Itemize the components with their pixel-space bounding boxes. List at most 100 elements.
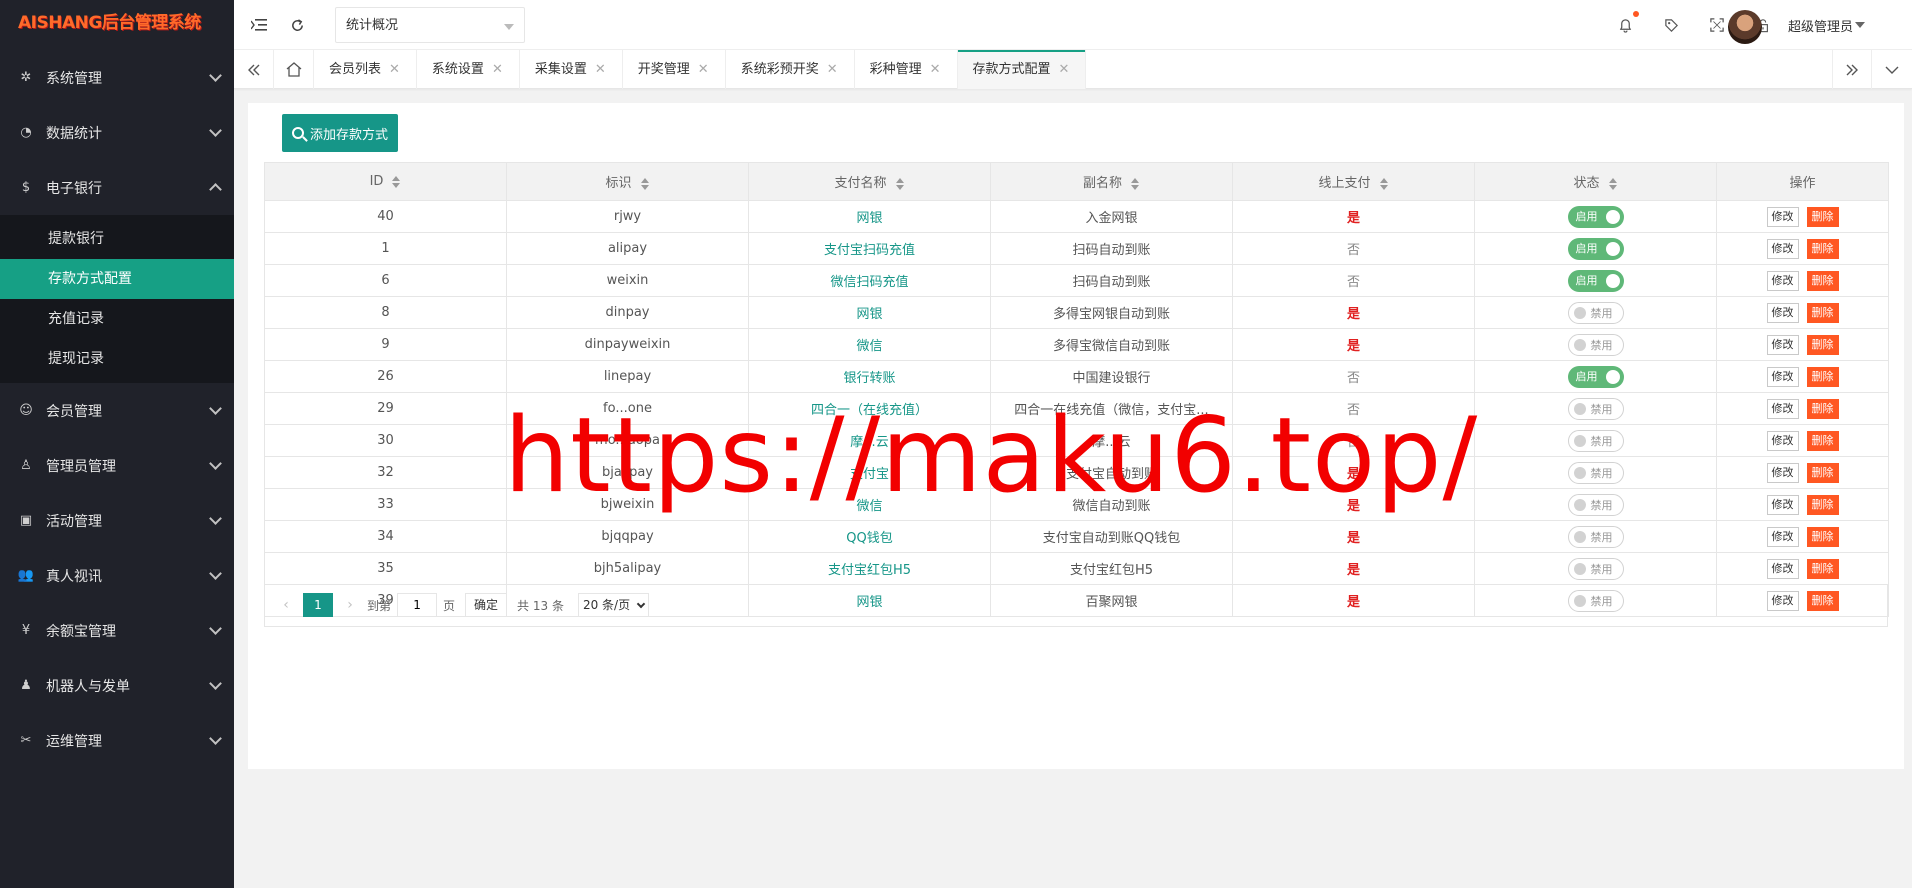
sidebar-item-3[interactable]: ☺ 会员管理: [0, 383, 234, 438]
close-icon[interactable]: ✕: [1059, 62, 1070, 77]
column-header-5[interactable]: 状态: [1474, 162, 1717, 201]
sidebar-subitem-3[interactable]: 提现记录: [0, 339, 234, 379]
column-header-4[interactable]: 线上支付: [1232, 162, 1475, 201]
payment-name[interactable]: 微信扫码充值: [830, 275, 908, 290]
edit-button[interactable]: 修改: [1766, 430, 1799, 451]
payment-name[interactable]: 银行转账: [843, 371, 895, 386]
edit-button[interactable]: 修改: [1766, 334, 1799, 355]
status-toggle[interactable]: 禁用: [1567, 557, 1624, 580]
status-toggle[interactable]: 启用: [1567, 237, 1624, 260]
tab-0[interactable]: 会员列表 ✕: [314, 50, 417, 89]
user-name[interactable]: 超级管理员: [1788, 16, 1853, 35]
payment-name[interactable]: QQ钱包: [846, 531, 892, 546]
page-size-select[interactable]: 20 条/页: [577, 593, 650, 617]
edit-button[interactable]: 修改: [1766, 558, 1799, 579]
app-logo[interactable]: AISHANG后台管理系统: [0, 0, 234, 50]
prev-page-icon[interactable]: ‹: [275, 597, 297, 613]
tab-1[interactable]: 系统设置 ✕: [417, 50, 520, 89]
sidebar-toggle-icon[interactable]: [248, 14, 270, 36]
delete-button[interactable]: 删除: [1806, 334, 1839, 355]
status-toggle[interactable]: 启用: [1567, 269, 1624, 292]
tab-4[interactable]: 系统彩预开奖 ✕: [726, 50, 855, 89]
avatar[interactable]: [1728, 10, 1762, 44]
payment-name[interactable]: 支付宝红包H5: [828, 563, 911, 578]
status-toggle[interactable]: 禁用: [1567, 333, 1624, 356]
payment-name[interactable]: 微信: [856, 339, 882, 354]
delete-button[interactable]: 删除: [1806, 398, 1839, 419]
tabs-scroll-left-icon[interactable]: [234, 50, 274, 89]
tab-5[interactable]: 彩种管理 ✕: [855, 50, 958, 89]
status-toggle[interactable]: 禁用: [1567, 525, 1624, 548]
sort-icon[interactable]: [391, 175, 401, 188]
caret-down-icon[interactable]: [1855, 22, 1865, 28]
page-number-input[interactable]: [397, 593, 438, 617]
close-icon[interactable]: ✕: [389, 62, 400, 77]
delete-button[interactable]: 删除: [1806, 558, 1839, 579]
column-header-0[interactable]: ID: [264, 162, 507, 201]
sidebar-item-0[interactable]: ✲ 系统管理: [0, 50, 234, 105]
column-header-2[interactable]: 支付名称: [748, 162, 991, 201]
sort-icon[interactable]: [1608, 177, 1618, 190]
close-icon[interactable]: ✕: [827, 62, 838, 77]
bell-icon[interactable]: [1614, 11, 1639, 36]
delete-button[interactable]: 删除: [1806, 270, 1839, 291]
payment-name[interactable]: 四合一（在线充值）: [811, 403, 928, 418]
edit-button[interactable]: 修改: [1766, 366, 1799, 387]
refresh-icon[interactable]: [286, 14, 308, 36]
status-toggle[interactable]: 禁用: [1567, 301, 1624, 324]
sort-icon[interactable]: [1379, 177, 1389, 190]
status-toggle[interactable]: 禁用: [1567, 397, 1624, 420]
sidebar-item-7[interactable]: ¥ 余额宝管理: [0, 603, 234, 658]
column-header-1[interactable]: 标识: [506, 162, 749, 201]
sidebar-item-6[interactable]: 👥 真人视讯: [0, 548, 234, 603]
sidebar-subitem-1[interactable]: 存款方式配置: [0, 259, 234, 299]
sidebar-item-4[interactable]: ♙ 管理员管理: [0, 438, 234, 493]
sort-icon[interactable]: [640, 177, 650, 190]
edit-button[interactable]: 修改: [1766, 302, 1799, 323]
status-toggle[interactable]: 禁用: [1567, 493, 1624, 516]
payment-name[interactable]: 支付宝扫码充值: [824, 243, 915, 258]
close-icon[interactable]: ✕: [492, 62, 503, 77]
status-toggle[interactable]: 禁用: [1567, 461, 1624, 484]
column-header-3[interactable]: 副名称: [990, 162, 1233, 201]
delete-button[interactable]: 删除: [1806, 206, 1839, 227]
tab-2[interactable]: 采集设置 ✕: [520, 50, 623, 89]
edit-button[interactable]: 修改: [1766, 270, 1799, 291]
close-icon[interactable]: ✕: [930, 62, 941, 77]
tabs-scroll-right-icon[interactable]: [1832, 50, 1872, 89]
tab-3[interactable]: 开奖管理 ✕: [623, 50, 726, 89]
fullscreen-icon[interactable]: [1706, 14, 1728, 36]
sidebar-item-5[interactable]: ▣ 活动管理: [0, 493, 234, 548]
payment-name[interactable]: 网银: [856, 307, 882, 322]
status-toggle[interactable]: 禁用: [1567, 429, 1624, 452]
delete-button[interactable]: 删除: [1806, 238, 1839, 259]
tag-icon[interactable]: [1660, 14, 1682, 36]
tabs-menu-chevron-icon[interactable]: [1872, 50, 1912, 89]
add-deposit-method-button[interactable]: 添加存款方式: [282, 114, 399, 152]
edit-button[interactable]: 修改: [1766, 206, 1799, 227]
payment-name[interactable]: 摩...云: [850, 435, 888, 450]
delete-button[interactable]: 删除: [1806, 366, 1839, 387]
delete-button[interactable]: 删除: [1806, 430, 1839, 451]
home-icon[interactable]: [274, 50, 314, 89]
next-page-icon[interactable]: ›: [339, 597, 361, 613]
delete-button[interactable]: 删除: [1806, 526, 1839, 547]
tab-6[interactable]: 存款方式配置 ✕: [957, 50, 1087, 89]
status-toggle[interactable]: 启用: [1567, 365, 1624, 388]
sidebar-item-1[interactable]: ◔ 数据统计: [0, 105, 234, 160]
goto-confirm-button[interactable]: 确定: [465, 593, 508, 617]
quick-nav-select[interactable]: 统计概况: [335, 7, 525, 43]
close-icon[interactable]: ✕: [698, 62, 709, 77]
delete-button[interactable]: 删除: [1806, 462, 1839, 483]
edit-button[interactable]: 修改: [1766, 238, 1799, 259]
close-icon[interactable]: ✕: [595, 62, 606, 77]
status-toggle[interactable]: 启用: [1567, 205, 1624, 228]
current-page[interactable]: 1: [303, 593, 333, 617]
delete-button[interactable]: 删除: [1806, 494, 1839, 515]
sidebar-subitem-0[interactable]: 提款银行: [0, 219, 234, 259]
sort-icon[interactable]: [895, 177, 905, 190]
edit-button[interactable]: 修改: [1766, 462, 1799, 483]
payment-name[interactable]: 支付宝: [850, 467, 889, 482]
sidebar-item-2[interactable]: $ 电子银行: [0, 160, 234, 215]
payment-name[interactable]: 微信: [856, 499, 882, 514]
